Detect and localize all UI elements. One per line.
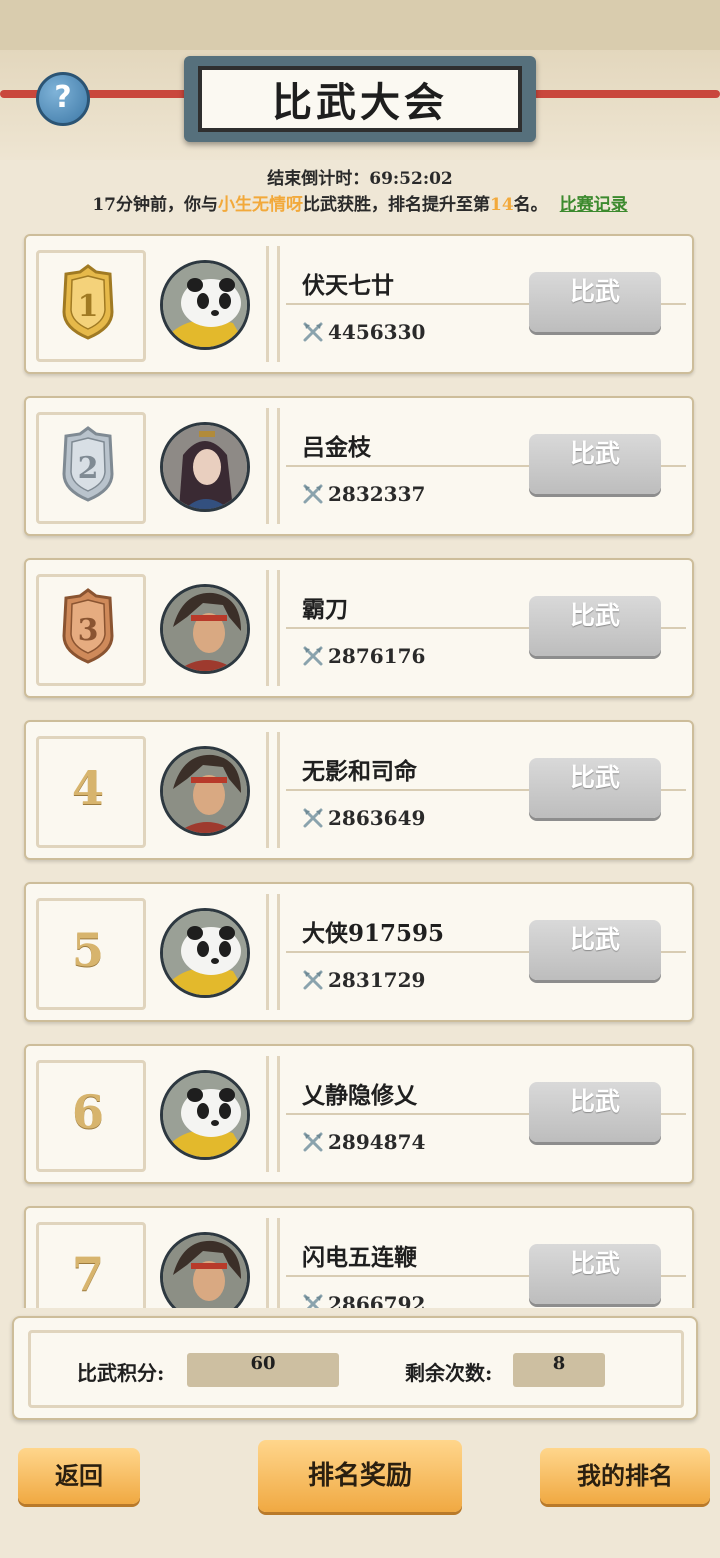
notice-rank: 14 xyxy=(490,195,514,215)
rank-row: 4 无影和司命 2863649 比武 xyxy=(24,720,694,860)
my-rank-button[interactable]: 我的排名 xyxy=(540,1448,710,1504)
crossed-swords-icon xyxy=(303,1132,323,1152)
rank-number: 4 xyxy=(71,761,104,815)
challenge-button[interactable]: 比武 xyxy=(529,1244,661,1304)
rank-medal-icon: 2 xyxy=(58,424,118,504)
avatar[interactable] xyxy=(160,584,250,674)
challenge-button[interactable]: 比武 xyxy=(529,596,661,656)
crossed-swords-icon xyxy=(303,646,323,666)
rank-row: 7 闪电五连鞭 2866792 比武 xyxy=(24,1206,694,1308)
combat-power: 2866792 xyxy=(302,1292,425,1308)
avatar[interactable] xyxy=(160,746,250,836)
combat-power-value: 2876176 xyxy=(328,644,426,668)
remaining-label: 剩余次数: xyxy=(405,1361,493,1385)
combat-power-value: 2866792 xyxy=(328,1292,426,1308)
rank-row: 1 伏天七廿 4456330 比武 xyxy=(24,234,694,374)
combat-power-value: 4456330 xyxy=(328,320,426,344)
countdown-label: 结束倒计时： xyxy=(267,169,370,189)
crossed-swords-icon xyxy=(303,808,323,828)
svg-text:3: 3 xyxy=(78,613,99,648)
divider xyxy=(266,894,280,1010)
rank-row: 2 吕金枝 2832337 比武 xyxy=(24,396,694,536)
combat-power-value: 2894874 xyxy=(328,1130,426,1154)
title-plate: 比武大会 xyxy=(184,56,536,142)
rank-medal-icon: 1 xyxy=(58,262,118,342)
stats-inner: 比武积分: 60 剩余次数: 8 xyxy=(28,1330,684,1408)
avatar[interactable] xyxy=(160,1070,250,1160)
crossed-swords-icon xyxy=(303,322,323,342)
combat-power: 2876176 xyxy=(302,644,425,668)
notice-suffix: 名。 xyxy=(513,195,548,215)
divider xyxy=(266,246,280,362)
back-button[interactable]: 返回 xyxy=(18,1448,140,1504)
countdown: 结束倒计时：69:52:02 xyxy=(0,164,720,189)
rank-number: 5 xyxy=(71,923,104,977)
challenge-button[interactable]: 比武 xyxy=(529,920,661,980)
player-name: 无影和司命 xyxy=(302,758,417,785)
notice-prefix: 17分钟前，你与 xyxy=(92,195,218,215)
player-name: 闪电五连鞭 xyxy=(302,1244,417,1271)
divider xyxy=(266,1218,280,1308)
combat-power: 2863649 xyxy=(302,806,425,830)
divider xyxy=(266,570,280,686)
rank-reward-button[interactable]: 排名奖励 xyxy=(258,1440,462,1512)
divider xyxy=(266,732,280,848)
page-title: 比武大会 xyxy=(198,66,522,132)
combat-power: 2832337 xyxy=(302,482,425,506)
rank-number: 6 xyxy=(71,1085,104,1139)
rank-row: 5 大侠917595 2831729 比武 xyxy=(24,882,694,1022)
avatar[interactable] xyxy=(160,260,250,350)
crossed-swords-icon xyxy=(303,484,323,504)
player-name: 吕金枝 xyxy=(302,434,371,461)
remaining-value: 8 xyxy=(513,1353,605,1387)
points-label: 比武积分: xyxy=(77,1361,165,1385)
challenge-button[interactable]: 比武 xyxy=(529,1082,661,1142)
rank-number: 7 xyxy=(71,1247,104,1301)
points-value: 60 xyxy=(187,1353,339,1387)
top-band xyxy=(0,0,720,50)
challenge-button[interactable]: 比武 xyxy=(529,758,661,818)
combat-power-value: 2863649 xyxy=(328,806,426,830)
divider xyxy=(266,1056,280,1172)
player-name: 大侠917595 xyxy=(302,920,445,947)
battle-notice: 17分钟前，你与小生无情呀比武获胜，排名提升至第14名。 比赛记录 xyxy=(0,190,720,215)
rope-right xyxy=(520,90,720,98)
player-name: 伏天七廿 xyxy=(302,272,394,299)
stats-panel: 比武积分: 60 剩余次数: 8 xyxy=(12,1316,698,1420)
avatar[interactable] xyxy=(160,908,250,998)
combat-power: 2831729 xyxy=(302,968,425,992)
rank-row: 3 霸刀 2876176 比武 xyxy=(24,558,694,698)
rank-medal-icon: 3 xyxy=(58,586,118,666)
divider xyxy=(266,408,280,524)
avatar[interactable] xyxy=(160,422,250,512)
player-name: 乂静隐修乂 xyxy=(302,1082,417,1109)
help-button[interactable]: ? xyxy=(36,72,90,126)
combat-power-value: 2832337 xyxy=(328,482,426,506)
combat-power-value: 2831729 xyxy=(328,968,426,992)
challenge-button[interactable]: 比武 xyxy=(529,272,661,332)
help-icon: ? xyxy=(54,80,72,115)
combat-power: 4456330 xyxy=(302,320,425,344)
combat-power: 2894874 xyxy=(302,1130,425,1154)
crossed-swords-icon xyxy=(303,970,323,990)
rope-left xyxy=(0,90,200,98)
match-record-link[interactable]: 比赛记录 xyxy=(560,195,628,215)
ranking-list[interactable]: 1 伏天七廿 4456330 比武 2 吕金枝 2832337 比武 3 霸刀 2876176 比武 4… xyxy=(0,230,720,1308)
notice-middle: 比武获胜，排名提升至第 xyxy=(303,195,490,215)
rank-row: 6 乂静隐修乂 2894874 比武 xyxy=(24,1044,694,1184)
notice-opponent: 小生无情呀 xyxy=(218,195,303,215)
challenge-button[interactable]: 比武 xyxy=(529,434,661,494)
avatar[interactable] xyxy=(160,1232,250,1308)
svg-text:2: 2 xyxy=(78,451,99,486)
player-name: 霸刀 xyxy=(302,596,348,623)
crossed-swords-icon xyxy=(303,1294,323,1308)
svg-text:1: 1 xyxy=(78,289,99,324)
countdown-time: 69:52:02 xyxy=(369,169,453,189)
